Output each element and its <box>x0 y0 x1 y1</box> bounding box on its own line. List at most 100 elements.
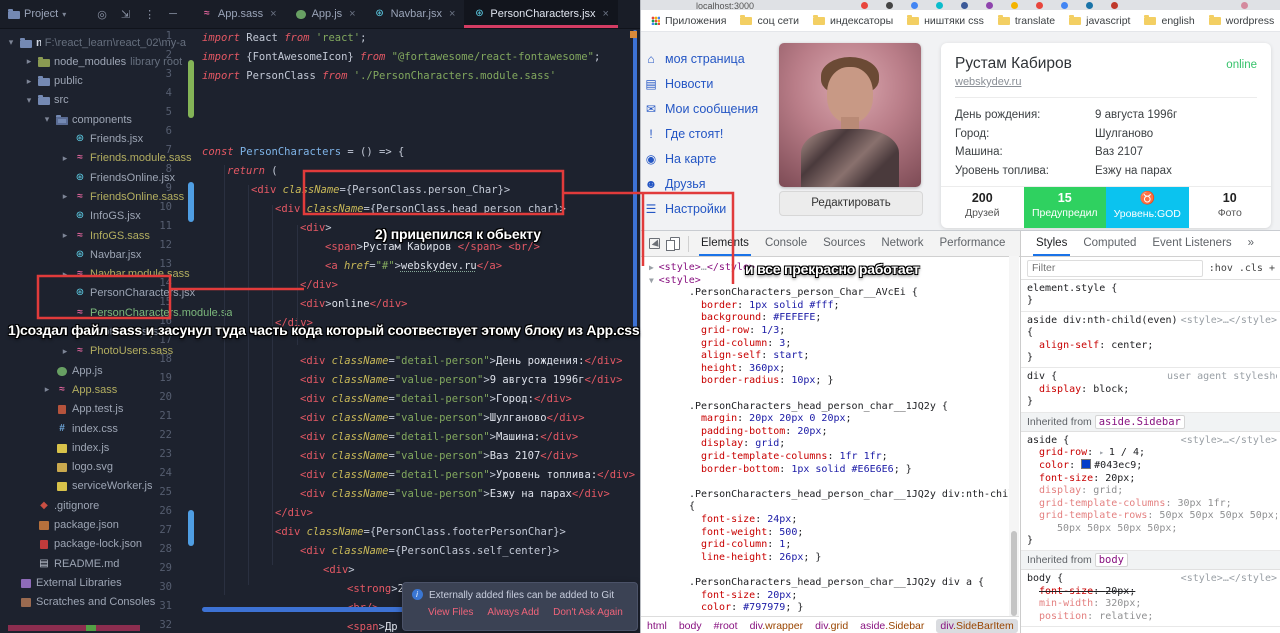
devtools-tab-network[interactable]: Network <box>873 231 931 256</box>
hov-toggle[interactable]: :hov <box>1209 263 1233 274</box>
devtools-tab-elements[interactable]: Elements <box>693 231 757 256</box>
css-rule-body-[interactable]: <style>…</style> body {font-size: 20px; mi… <box>1021 570 1280 627</box>
code-line-24: <div className="detail-person">Уровень т… <box>300 469 636 481</box>
code-line-14: </div> <box>300 279 338 291</box>
bookmark-folder-english[interactable]: english <box>1144 14 1195 27</box>
menu-item-Где стоят![interactable]: ! Где стоят! <box>644 121 794 146</box>
editor-vertical-scrollbar[interactable] <box>633 30 637 335</box>
breadcrumb-body[interactable]: body <box>679 620 702 632</box>
dont-ask-link[interactable]: Don't Ask Again <box>553 607 623 618</box>
menu-item-Мои сообщения[interactable]: ✉ Мои сообщения <box>644 96 794 121</box>
annotation-note-1: 1)создал файл sass и засунул туда часть … <box>8 322 640 338</box>
menu-item-Настройки[interactable]: ☰ Настройки <box>644 196 794 221</box>
indent-guide <box>272 205 273 565</box>
edit-button[interactable]: Редактировать <box>779 191 923 216</box>
apps-shortcut[interactable]: Приложения <box>651 15 726 27</box>
breadcrumb-#root[interactable]: #root <box>714 620 738 632</box>
breadcrumb-div.wrapper[interactable]: div.wrapper <box>750 620 804 632</box>
breadcrumb-div.SideBarItem[interactable]: div.SideBarItem <box>936 618 1018 633</box>
inherited-from-bar: Inherited from body <box>1021 551 1280 571</box>
detail-value: 9 августа 1996г <box>1095 109 1178 121</box>
extension-icon[interactable] <box>1086 2 1093 9</box>
tab-computed[interactable]: Computed <box>1076 231 1143 256</box>
elements-tree[interactable]: ▶ <style>…</style> ▼ <style> .PersonCharac… <box>641 256 1009 616</box>
menu-item-На карте[interactable]: ◉ На карте <box>644 146 794 171</box>
extension-icon[interactable] <box>1111 2 1118 9</box>
css-property[interactable]: grid-template-rows: 50px 50px 50px 50px; <box>1027 510 1277 522</box>
css-property[interactable]: min-width: 320px; <box>1027 598 1277 610</box>
css-property[interactable]: display: grid; <box>1027 485 1277 497</box>
expand-arrow-icon[interactable]: ▸ <box>1099 448 1109 457</box>
css-rule-div-[interactable]: user agent stylesheet div {display: block… <box>1021 368 1280 413</box>
devtools-tab-performance[interactable]: Performance <box>932 231 1014 256</box>
styles-rules[interactable]: element.style {} <style>…</style> aside di… <box>1021 280 1280 627</box>
menu-item-Друзья[interactable]: ☻ Друзья <box>644 171 794 196</box>
profile-site-link[interactable]: webskydev.ru <box>955 76 1021 88</box>
url-text[interactable]: localhost:3000 <box>696 1 754 10</box>
css-property[interactable]: position: relative; <box>1027 611 1277 623</box>
css-rule-aside-div-nth-child-even-[interactable]: <style>…</style> aside div:nth-child(even… <box>1021 312 1280 369</box>
css-property[interactable]: font-size: 20px; <box>1027 473 1277 485</box>
menu-item-Новости[interactable]: ▤ Новости <box>644 71 794 96</box>
bookmark-folder-translate[interactable]: translate <box>997 14 1055 27</box>
styles-pane: Styles Computed Event Listeners » :hov .… <box>1021 231 1280 633</box>
bookmark-folder-wordpress[interactable]: wordpress <box>1208 14 1274 27</box>
editor-code[interactable]: import React from 'react'; import {FontAw… <box>0 0 640 633</box>
css-property[interactable]: display: block; <box>1027 384 1277 396</box>
stat-Уровень:GOD[interactable]: ♉ Уровень:GOD <box>1106 187 1189 228</box>
extension-icon[interactable] <box>936 2 943 9</box>
divider <box>955 97 1257 98</box>
new-rule-button[interactable]: + <box>1269 263 1275 274</box>
tab-styles[interactable]: Styles <box>1029 231 1074 256</box>
tab-event-listeners[interactable]: Event Listeners <box>1145 231 1238 256</box>
inherited-chip-body[interactable]: body <box>1094 553 1128 568</box>
bookmark-folder-javascript[interactable]: javascript <box>1069 14 1130 27</box>
css-property[interactable]: grid-row: ▸ 1 / 4; <box>1027 447 1277 459</box>
home-icon: ⌂ <box>647 51 655 66</box>
bookmark-folder-индексаторы[interactable]: индексаторы <box>813 14 893 27</box>
stat-value: 15 <box>1057 191 1072 205</box>
extension-icon[interactable] <box>861 2 868 9</box>
color-swatch[interactable] <box>1081 459 1092 470</box>
extension-icon[interactable] <box>1036 2 1043 9</box>
extension-icon[interactable] <box>1061 2 1068 9</box>
cls-toggle[interactable]: .cls <box>1239 263 1263 274</box>
extension-icon[interactable] <box>986 2 993 9</box>
bookmark-folder-ништяки css[interactable]: ништяки css <box>907 14 984 27</box>
code-line-19: <div className="value-person">9 августа … <box>300 374 623 386</box>
css-rule-aside-[interactable]: <style>…</style> aside {grid-row: ▸ 1 / 4… <box>1021 432 1280 552</box>
extension-icon[interactable] <box>961 2 968 9</box>
css-rule-element-style-[interactable]: element.style {} <box>1021 280 1280 312</box>
extension-icon[interactable] <box>886 2 893 9</box>
stat-Друзей[interactable]: 200 Друзей <box>941 187 1024 228</box>
elements-scrollbar[interactable] <box>1009 256 1019 616</box>
devtools-tab-console[interactable]: Console <box>757 231 815 256</box>
device-toolbar-icon[interactable] <box>666 237 680 251</box>
styles-filter-input[interactable] <box>1027 259 1203 277</box>
inherited-chip-aside.Sidebar[interactable]: aside.Sidebar <box>1094 414 1185 429</box>
bookmark-folder-соц сети[interactable]: соц сети <box>740 14 799 27</box>
extension-icon[interactable] <box>1011 2 1018 9</box>
code-line-13: <a href="#">webskydev.ru</a> <box>325 260 503 272</box>
view-files-link[interactable]: View Files <box>428 607 473 618</box>
css-property[interactable]: grid-template-columns: 30px 1fr; <box>1027 498 1277 510</box>
extension-icon[interactable] <box>911 2 918 9</box>
stat-Фото[interactable]: 10 Фото <box>1189 187 1272 228</box>
css-property[interactable]: align-self: center; <box>1027 340 1277 352</box>
always-add-link[interactable]: Always Add <box>487 607 539 618</box>
breadcrumb-div.grid[interactable]: div.grid <box>815 620 848 632</box>
statusbar-accent-bar <box>8 625 140 631</box>
css-property[interactable]: font-size: 20px; <box>1027 586 1277 598</box>
breadcrumb-aside.Sidebar[interactable]: aside.Sidebar <box>860 620 924 632</box>
overflow-tabs-icon[interactable]: » <box>1241 231 1261 256</box>
avatar[interactable] <box>1241 2 1248 9</box>
devtools-tab-sources[interactable]: Sources <box>815 231 873 256</box>
profile-details: День рождения: 9 августа 1996г Город: Шулга… <box>955 109 1255 183</box>
warning-stripe-marker <box>630 31 637 38</box>
inspect-icon[interactable] <box>649 238 660 249</box>
stat-Предупредил[interactable]: 15 Предупредил <box>1023 187 1106 228</box>
menu-item-моя страница[interactable]: ⌂ моя страница <box>644 46 794 71</box>
breadcrumb-html[interactable]: html <box>647 620 667 632</box>
browser-address-bar[interactable]: localhost:3000 <box>641 0 1280 10</box>
css-property[interactable]: color: #043ec9; <box>1027 459 1277 472</box>
